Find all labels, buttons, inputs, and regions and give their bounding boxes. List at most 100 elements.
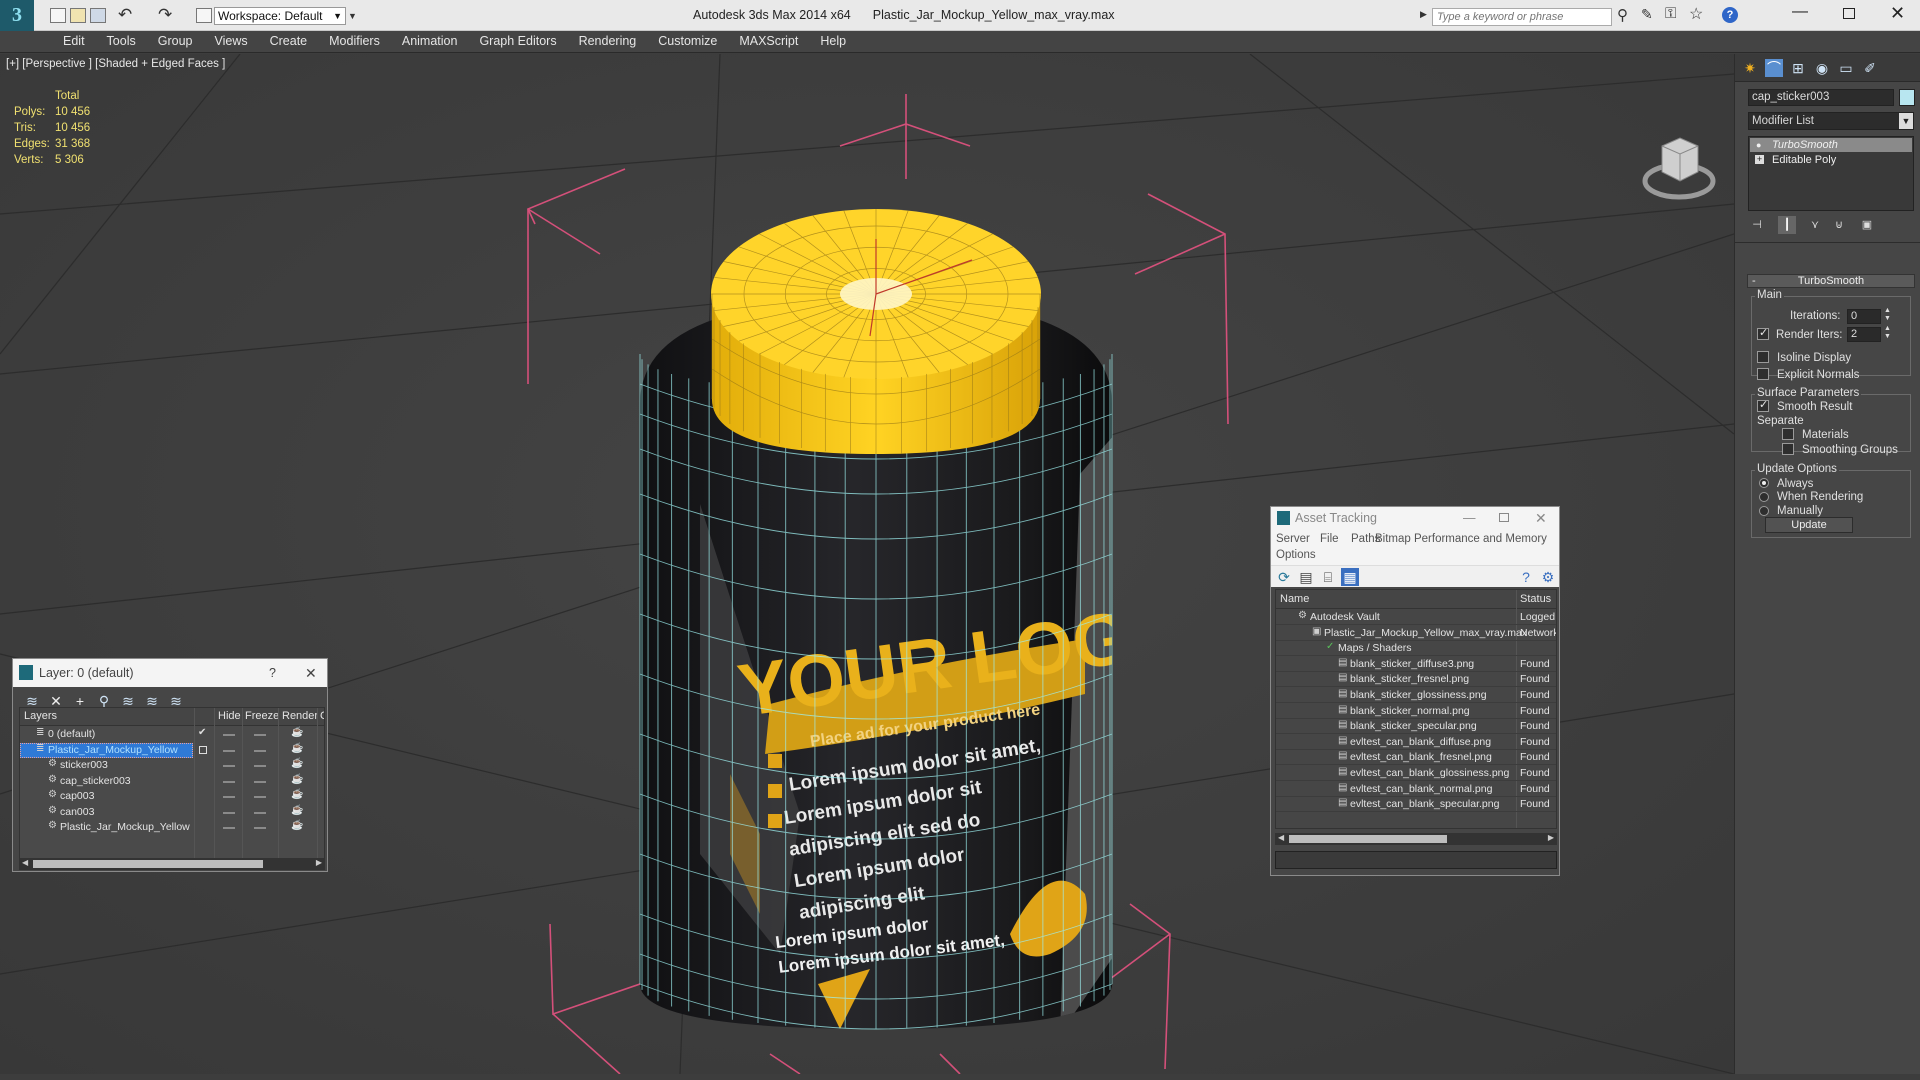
- object-name-field[interactable]: cap_sticker003: [1748, 89, 1894, 106]
- undo-icon[interactable]: ↶: [118, 5, 132, 25]
- help-icon[interactable]: ?: [1517, 568, 1535, 586]
- hide-toggle[interactable]: [223, 796, 235, 798]
- smoothing-groups-checkbox[interactable]: [1782, 443, 1794, 455]
- maximize-button[interactable]: [1499, 513, 1509, 522]
- col-status[interactable]: Status: [1520, 593, 1551, 605]
- asset-row[interactable]: ▤ evltest_can_blank_normal.png Found: [1276, 782, 1556, 797]
- when-rendering-radio[interactable]: [1759, 492, 1769, 502]
- asset-row[interactable]: ▣ Plastic_Jar_Mockup_Yellow_max_vray.max N…: [1276, 626, 1556, 641]
- scroll-left-icon[interactable]: ◀: [22, 858, 28, 867]
- lightbulb-icon[interactable]: ●: [1756, 138, 1761, 152]
- asset-row[interactable]: ▤ evltest_can_blank_diffuse.png Found: [1276, 735, 1556, 750]
- save-file-icon[interactable]: [90, 8, 106, 23]
- menu-group[interactable]: Group: [147, 31, 204, 52]
- utilities-tab-icon[interactable]: ✐: [1861, 59, 1879, 77]
- materials-checkbox[interactable]: [1782, 428, 1794, 440]
- list-view-icon[interactable]: ▤: [1297, 568, 1315, 586]
- menu-options[interactable]: Options: [1276, 549, 1316, 561]
- create-tab-icon[interactable]: ✷: [1741, 59, 1759, 77]
- render-iters-checkbox[interactable]: [1757, 326, 1769, 340]
- layer-row[interactable]: ⚙ sticker003 ☕: [20, 758, 324, 773]
- path-view-icon[interactable]: ⌸: [1319, 568, 1337, 586]
- binoculars-icon[interactable]: ⚲: [1617, 6, 1628, 24]
- redo-icon[interactable]: ↷: [158, 5, 172, 25]
- asset-row[interactable]: ▤ evltest_can_blank_glossiness.png Found: [1276, 766, 1556, 781]
- layer-hscrollbar[interactable]: ◀ ▶: [19, 858, 325, 870]
- settings-icon[interactable]: ⚙: [1539, 568, 1557, 586]
- scroll-right-icon[interactable]: ▶: [1548, 833, 1554, 842]
- freeze-toggle[interactable]: [254, 749, 266, 752]
- expand-plus-icon[interactable]: +: [1755, 155, 1764, 164]
- remove-modifier-icon[interactable]: ⊍: [1830, 216, 1848, 234]
- scroll-left-icon[interactable]: ◀: [1278, 833, 1284, 842]
- workspace-dropdown[interactable]: Workspace: Default ▼: [214, 7, 346, 25]
- asset-row[interactable]: ▤ blank_sticker_specular.png Found: [1276, 719, 1556, 735]
- freeze-toggle[interactable]: [254, 811, 266, 814]
- communication-center-icon[interactable]: ✎: [1641, 6, 1653, 23]
- menu-maxscript[interactable]: MAXScript: [728, 31, 809, 52]
- minimize-button[interactable]: —: [1463, 507, 1476, 529]
- menu-animation[interactable]: Animation: [391, 31, 469, 52]
- active-layer-check-icon[interactable]: ✔: [198, 727, 206, 738]
- layer-row[interactable]: ≣ Plastic_Jar_Mockup_Yellow ☕: [20, 742, 324, 758]
- display-tab-icon[interactable]: ▭: [1837, 59, 1855, 77]
- asset-row[interactable]: ▤ blank_sticker_normal.png Found: [1276, 704, 1556, 719]
- explicit-normals-checkbox[interactable]: [1757, 368, 1769, 380]
- render-teapot-icon[interactable]: ☕: [291, 774, 303, 785]
- maximize-button[interactable]: [1843, 8, 1855, 19]
- render-teapot-icon[interactable]: ☕: [291, 789, 303, 800]
- stack-item-turbosmooth[interactable]: ● TurboSmooth: [1750, 138, 1912, 152]
- make-unique-icon[interactable]: ⋎: [1806, 216, 1824, 234]
- quick-access-dropdown-icon[interactable]: ▼: [348, 7, 358, 25]
- signin-icon[interactable]: ⚿: [1665, 5, 1676, 22]
- asset-row[interactable]: ⚙Autodesk Vault Logged (: [1276, 610, 1556, 625]
- freeze-toggle[interactable]: [254, 734, 266, 736]
- menu-rendering[interactable]: Rendering: [568, 31, 648, 52]
- col-hide[interactable]: Hide: [218, 710, 241, 722]
- col-c[interactable]: C: [320, 710, 324, 722]
- freeze-toggle[interactable]: [254, 765, 266, 767]
- menu-edit[interactable]: Edit: [52, 31, 96, 52]
- render-teapot-icon[interactable]: ☕: [291, 805, 303, 816]
- manually-radio[interactable]: [1759, 506, 1769, 516]
- hide-toggle[interactable]: [223, 811, 235, 814]
- render-teapot-icon[interactable]: ☕: [291, 743, 303, 754]
- layer-row[interactable]: ⚙ can003 ☕: [20, 805, 324, 820]
- viewport-label[interactable]: [+] [Perspective ] [Shaded + Edged Faces…: [6, 58, 225, 70]
- spinner-arrows-icon[interactable]: ▲ ▼: [1884, 307, 1891, 323]
- menu-bitmap-performance[interactable]: Bitmap Performance and Memory: [1375, 533, 1547, 545]
- asset-hscrollbar[interactable]: ◀ ▶: [1275, 833, 1557, 845]
- table-view-icon[interactable]: ▦: [1341, 568, 1359, 586]
- freeze-toggle[interactable]: [254, 796, 266, 798]
- col-freeze[interactable]: Freeze: [245, 710, 279, 722]
- motion-tab-icon[interactable]: ◉: [1813, 59, 1831, 77]
- hide-toggle[interactable]: [223, 749, 235, 752]
- menu-customize[interactable]: Customize: [647, 31, 728, 52]
- modify-tab-icon[interactable]: ⌒: [1765, 59, 1783, 77]
- isoline-display-checkbox[interactable]: [1757, 351, 1769, 363]
- asset-row[interactable]: ✓ Maps / Shaders: [1276, 641, 1556, 657]
- set-current-layer-icon[interactable]: [199, 745, 207, 754]
- always-radio[interactable]: [1759, 478, 1769, 488]
- turbosmooth-rollout-header[interactable]: - TurboSmooth: [1747, 274, 1915, 288]
- menu-server[interactable]: Server: [1276, 533, 1310, 545]
- scroll-right-icon[interactable]: ▶: [316, 858, 322, 867]
- show-end-result-icon[interactable]: ┃: [1778, 216, 1796, 234]
- menu-views[interactable]: Views: [203, 31, 258, 52]
- configure-sets-icon[interactable]: ▣: [1858, 216, 1876, 234]
- open-file-icon[interactable]: [70, 8, 86, 23]
- help-icon[interactable]: ?: [1722, 7, 1738, 23]
- hide-toggle[interactable]: [223, 765, 235, 767]
- asset-row[interactable]: ▤ blank_sticker_fresnel.png Found: [1276, 672, 1556, 688]
- layer-row[interactable]: ⚙ cap003 ☕: [20, 789, 324, 804]
- menu-create[interactable]: Create: [259, 31, 319, 52]
- modifier-list-dropdown[interactable]: Modifier List ▼: [1748, 112, 1914, 130]
- hide-toggle[interactable]: [223, 827, 235, 829]
- search-arrow-icon[interactable]: ▶: [1420, 9, 1427, 20]
- layer-row[interactable]: ≣ 0 (default) ✔ ☕: [20, 727, 324, 742]
- refresh-icon[interactable]: ⟳: [1275, 568, 1293, 586]
- close-button[interactable]: ✕: [1890, 3, 1905, 24]
- render-teapot-icon[interactable]: ☕: [291, 727, 303, 738]
- scroll-thumb[interactable]: [1289, 835, 1447, 843]
- menu-file[interactable]: File: [1320, 533, 1339, 545]
